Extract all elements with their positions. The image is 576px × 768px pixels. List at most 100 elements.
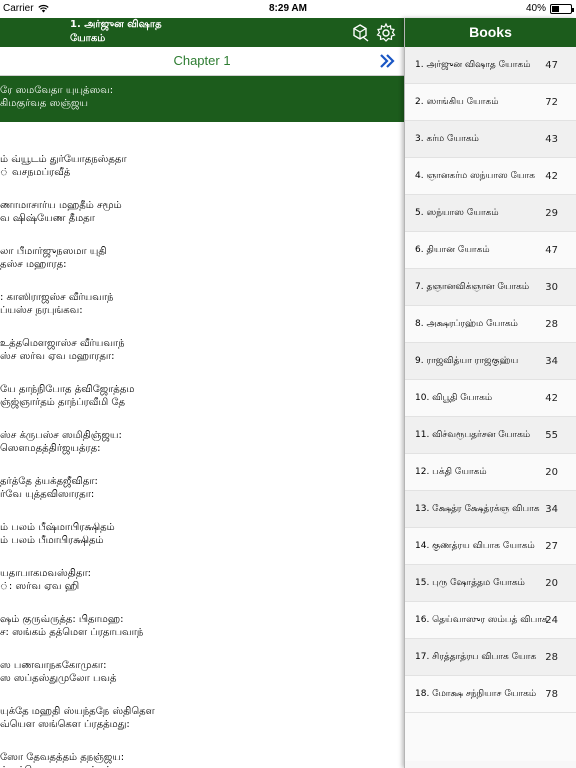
book-name: 1. அர்ஜுன விஷாத யோகம்	[415, 60, 531, 70]
verse-line: ஸ்ச ஸர்வ ஏவ மஹாரதா:	[0, 351, 115, 362]
book-name: 5. ஸந்யாஸ யோகம்	[415, 208, 499, 218]
verse-line: ஞ்ஜ்ஞார்தம் தாந்ப்ரவீமி தே	[0, 397, 125, 408]
book-row[interactable]: 15. புரு ஷோத்தம யோகம் 20	[405, 565, 576, 602]
book-verse-count: 28	[545, 652, 558, 663]
books-list: 1. அர்ஜுன விஷாத யோகம் 47 2. ஸாங்கிய யோகம் 7…	[405, 47, 576, 713]
verse-line: ் வசநமப்ரவீத்	[0, 167, 71, 178]
verse-line: யே தாந்நிபோத த்விஜோத்தம	[0, 384, 135, 395]
verse-line: ம் பலம் பீமாபிரக்ஷிதம்	[0, 535, 104, 546]
verse-line: : காஸிராஜஸ்ச வீர்யவாந்	[0, 292, 114, 303]
verse-item[interactable]: : காஸிராஜஸ்ச வீர்யவாந் ப்யஸ்ச நரபுங்கவ:	[0, 291, 404, 337]
chapter-heading-line: யோகம்	[70, 33, 106, 44]
verse-item[interactable]: ஷம் குருவ்ருத்த: பிதாமஹ: ச: ஸங்கம் தத்மௌ …	[0, 613, 404, 659]
book-verse-count: 24	[545, 615, 558, 626]
book-verse-count: 29	[545, 208, 558, 219]
verse-item[interactable]: லா பீமார்ஜுநஸமா யுதி தஸ்ச மஹாரத:	[0, 245, 404, 291]
verse-item[interactable]: ஸ்ச க்ருபஸ்ச ஸமிதிஞ்ஜய: ஸௌமதத்திர்ஜயத்ரத:	[0, 429, 404, 475]
verse-item[interactable]: ம் வ்யூடம் துர்யோதநஸ்ததா் வசநமப்ரவீத்	[0, 153, 404, 199]
book-row[interactable]: 4. ஞானகர்ம ஸந்யாஸ யோக 42	[405, 158, 576, 195]
book-name: 13. க்ஷேத்ர க்ஷேத்ரக்ஞ விபாக	[415, 504, 540, 514]
verse-line: யதாபாகமவஸ்திதா:	[0, 568, 92, 579]
verse-line: ஷம் குருவ்ருத்த: பிதாமஹ:	[0, 614, 124, 625]
verse-item[interactable]: ஸ பணவாநககோமுகா: ஸ ஸப்தஸ்துமுலோ பவத்	[0, 659, 404, 705]
book-name: 14. குணத்ரய விபாக யோகம்	[415, 541, 535, 551]
verse-line: ஸௌமதத்திர்ஜயத்ரத:	[0, 443, 101, 454]
book-verse-count: 43	[545, 134, 558, 145]
book-name: 8. அக்ஷரப்ரஹ்ம யோகம்	[415, 319, 518, 329]
highlighted-verse-line: கிமகுர்வத ஸஞ்ஜய	[0, 98, 88, 109]
book-row[interactable]: 14. குணத்ரய விபாக யோகம் 27	[405, 528, 576, 565]
book-name: 15. புரு ஷோத்தம யோகம்	[415, 578, 525, 588]
battery-fill	[552, 5, 560, 12]
verse-item[interactable]: யே தாந்நிபோத த்விஜோத்தம ஞ்ஜ்ஞார்தம் தாந்ப…	[0, 383, 404, 429]
verse-list: ம் வ்யூடம் துர்யோதநஸ்ததா் வசநமப்ரவீத் ணாம…	[0, 122, 404, 768]
verse-item[interactable]: ம் பலம் பீஷ்மாபிரக்ஷிதம் ம் பலம் பீமாபிரக…	[0, 521, 404, 567]
verse-line: ஸ பணவாநககோமுகா:	[0, 660, 107, 671]
verse-line: ்: ஸர்வ ஏவ ஹி	[0, 581, 80, 592]
book-row[interactable]: 3. கர்ம யோகம் 43	[405, 121, 576, 158]
highlighted-verse[interactable]: ரே ஸமவேதா யுயுத்ஸவ: கிமகுர்வத ஸஞ்ஜய	[0, 76, 404, 122]
chapter-label[interactable]: Chapter 1	[0, 53, 404, 68]
reader-header: 1. அர்ஜுன விஷாத யோகம்	[0, 18, 404, 47]
verse-line: உத்தமௌஜாஸ்ச வீர்யவாந்	[0, 338, 125, 349]
book-row[interactable]: 2. ஸாங்கிய யோகம் 72	[405, 84, 576, 121]
book-row[interactable]: 11. விச்வரூபதர்சன யோகம் 55	[405, 417, 576, 454]
status-right: 40%	[525, 3, 574, 14]
book-name: 18. மோக்ஷ சந்நியாச யோகம்	[415, 689, 537, 699]
book-row[interactable]: 17. சிரத்தாத்ரய விபாக யோக 28	[405, 639, 576, 676]
verse-line: ம் தத்மௌ மஹாஸங்கம்	[0, 764, 404, 768]
status-bar: Carrier 8:29 AM 40%	[0, 0, 576, 18]
chapter-heading-line: 1. அர்ஜுன விஷாத	[70, 19, 162, 30]
book-verse-count: 20	[545, 467, 558, 478]
verse-line: ம் வ்யூடம் துர்யோதநஸ்ததா	[0, 154, 127, 165]
share-icon[interactable]	[349, 22, 371, 44]
book-verse-count: 30	[545, 282, 558, 293]
verse-item[interactable]: ணாமாசார்ய மஹதீம் சமூம் வ ஷிஷ்யேண தீமதா	[0, 199, 404, 245]
book-row[interactable]: 5. ஸந்யாஸ யோகம் 29	[405, 195, 576, 232]
book-name: 10. விபூதி யோகம்	[415, 393, 493, 403]
book-row[interactable]: 13. க்ஷேத்ர க்ஷேத்ரக்ஞ விபாக 34	[405, 491, 576, 528]
books-title: Books	[405, 18, 576, 47]
book-verse-count: 78	[545, 689, 558, 700]
book-verse-count: 55	[545, 430, 558, 441]
books-panel: Books 1. அர்ஜுன விஷாத யோகம் 47 2. ஸாங்கிய …	[404, 18, 576, 768]
book-row[interactable]: 12. பக்தி யோகம் 20	[405, 454, 576, 491]
chapter-bar: Chapter 1	[0, 47, 404, 76]
verse-item[interactable]: தர்த்தே த்யக்தஜீவிதா: ர்வே யுத்தவிஸாரதா:	[0, 475, 404, 521]
book-name: 9. ராஜவித்யா ராஜகுஹ்ய	[415, 356, 519, 366]
book-row[interactable]: 8. அக்ஷரப்ரஹ்ம யோகம் 28	[405, 306, 576, 343]
book-name: 2. ஸாங்கிய யோகம்	[415, 97, 499, 107]
verse-line: தர்த்தே த்யக்தஜீவிதா:	[0, 476, 98, 487]
double-chevron-right-icon[interactable]	[378, 52, 396, 70]
verse-line: ப்யஸ்ச நரபுங்கவ:	[0, 305, 83, 316]
battery-percent: 40%	[525, 3, 546, 14]
chapter-heading: 1. அர்ஜுன விஷாத யோகம்	[70, 18, 210, 46]
book-verse-count: 47	[545, 60, 558, 71]
book-row[interactable]: 9. ராஜவித்யா ராஜகுஹ்ய 34	[405, 343, 576, 380]
book-verse-count: 28	[545, 319, 558, 330]
verse-item[interactable]: ஸோ தேவதத்தம் தநஞ்ஜய:ம் தத்மௌ மஹாஸங்கம்	[0, 751, 404, 768]
book-name: 7. தஞானவிக்ஞான யோகம்	[415, 282, 530, 292]
book-name: 3. கர்ம யோகம்	[415, 134, 479, 144]
book-row[interactable]: 10. விபூதி யோகம் 42	[405, 380, 576, 417]
book-verse-count: 42	[545, 171, 558, 182]
book-row[interactable]: 7. தஞானவிக்ஞான யோகம் 30	[405, 269, 576, 306]
book-verse-count: 20	[545, 578, 558, 589]
book-name: 17. சிரத்தாத்ரய விபாக யோக	[415, 652, 537, 662]
books-list-empty-space	[405, 713, 576, 761]
verse-line: ஸோ தேவதத்தம் தநஞ்ஜய:	[0, 752, 125, 763]
book-row[interactable]: 16. தெய்வாஸுர ஸம்பத் விபாக 24	[405, 602, 576, 639]
book-row[interactable]: 18. மோக்ஷ சந்நியாச யோகம் 78	[405, 676, 576, 713]
book-name: 4. ஞானகர்ம ஸந்யாஸ யோக	[415, 171, 536, 181]
book-row[interactable]: 6. தியான யோகம் 47	[405, 232, 576, 269]
verse-line: லா பீமார்ஜுநஸமா யுதி	[0, 246, 107, 257]
gear-icon[interactable]	[375, 22, 397, 44]
verse-item[interactable]: யுக்தே மஹதி ஸ்யந்தநே ஸ்திதௌ வ்யௌ ஸங்கௌ ப்…	[0, 705, 404, 751]
verse-item[interactable]: உத்தமௌஜாஸ்ச வீர்யவாந் ஸ்ச ஸர்வ ஏவ மஹாரதா:	[0, 337, 404, 383]
book-verse-count: 72	[545, 97, 558, 108]
reader-pane: 1. அர்ஜுன விஷாத யோகம் Chapter 1 ரே ஸமவேதா…	[0, 18, 404, 768]
book-row[interactable]: 1. அர்ஜுன விஷாத யோகம் 47	[405, 47, 576, 84]
book-verse-count: 42	[545, 393, 558, 404]
book-verse-count: 27	[545, 541, 558, 552]
verse-item[interactable]: யதாபாகமவஸ்திதா:்: ஸர்வ ஏவ ஹி	[0, 567, 404, 613]
